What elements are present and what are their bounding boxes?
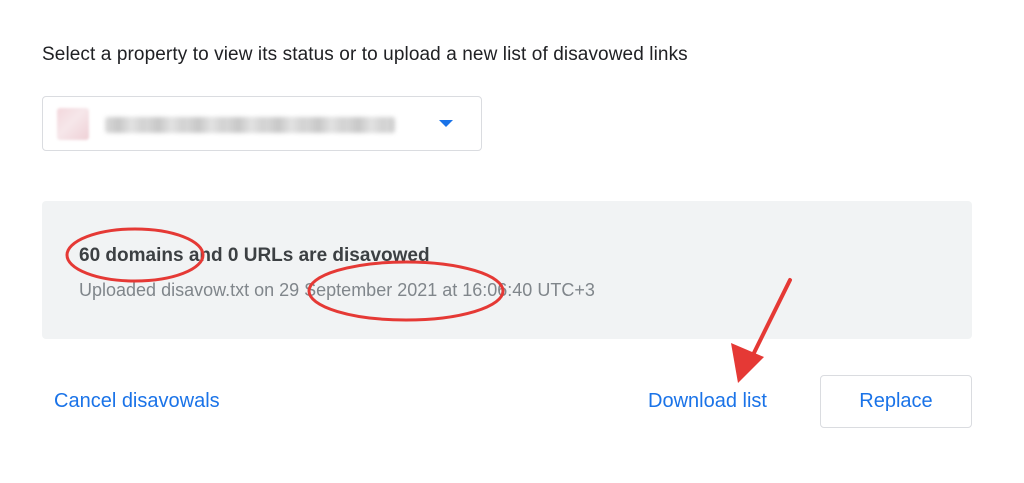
cancel-disavowals-button[interactable]: Cancel disavowals [54,390,220,413]
property-name-blurred [105,117,395,133]
instruction-text: Select a property to view its status or … [42,44,688,65]
upload-details: Uploaded disavow.txt on 29 September 202… [79,280,595,300]
download-list-button[interactable]: Download list [648,390,767,413]
disavow-status-panel: 60 domains and 0 URLs are disavowed Uplo… [42,201,972,339]
property-select-dropdown[interactable] [42,96,482,151]
replace-button[interactable]: Replace [820,375,972,428]
dropdown-arrow-icon[interactable] [439,120,453,127]
property-favicon-icon [57,108,89,140]
disavow-links-page: Select a property to view its status or … [0,0,1024,483]
disavow-summary: 60 domains and 0 URLs are disavowed [79,245,430,266]
annotation-arrow-head [731,343,764,383]
